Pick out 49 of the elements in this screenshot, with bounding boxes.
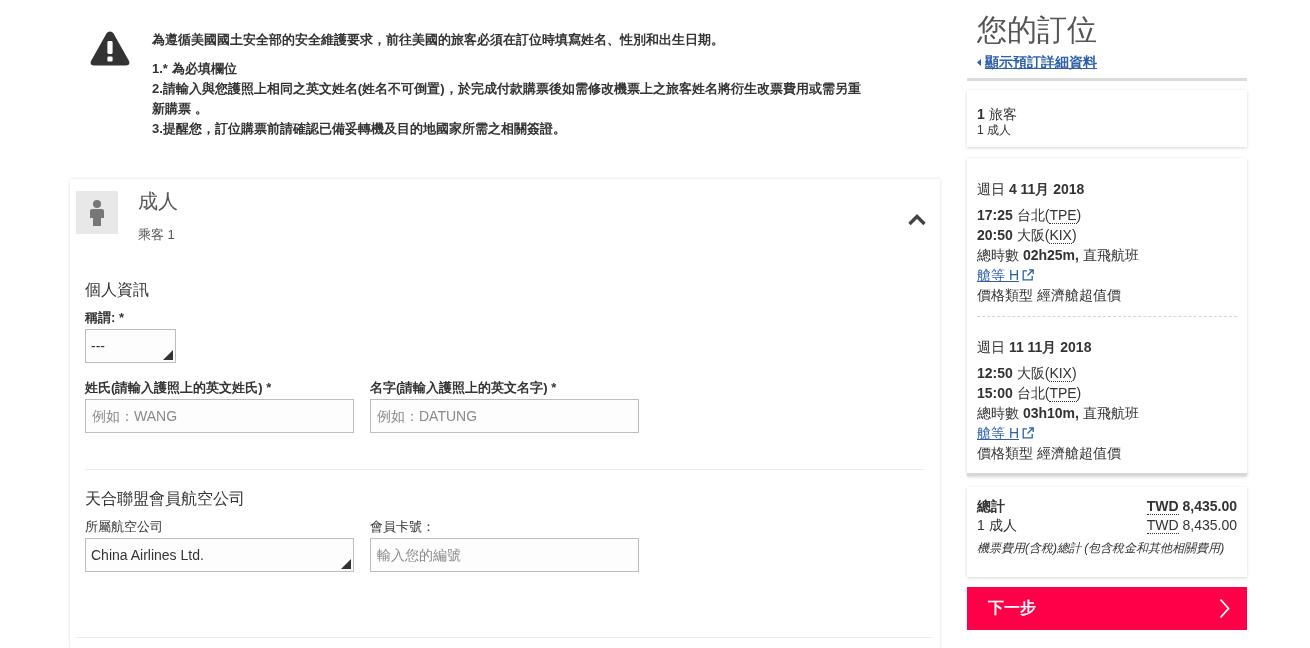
person-icon xyxy=(76,191,118,234)
fare-class-link[interactable]: 艙等 H xyxy=(977,423,1034,443)
input-field[interactable]: 例如：WANG xyxy=(85,399,354,433)
traveller-count: 1 旅客 xyxy=(977,105,1018,123)
notice-item: 3.提醒您，訂位購票前請確認已備妥轉機及目的地國家所需之相關簽證。 xyxy=(152,120,567,138)
price-label: 1 成人 xyxy=(977,516,1017,535)
flight-date: 週日 4 11月 2018 xyxy=(977,180,1086,199)
field-label: 會員卡號： xyxy=(370,519,436,535)
triangle-icon xyxy=(163,350,173,360)
flight-duration: 總時數 03h10m, 直飛航班 xyxy=(977,404,1140,423)
field-label: 所屬航空公司 xyxy=(85,519,164,535)
external-link-icon xyxy=(1022,269,1034,281)
notice-item: 1.* 為必填欄位 xyxy=(152,60,238,78)
section-title: 天合聯盟會員航空公司 xyxy=(85,489,246,509)
caret-left-icon xyxy=(977,58,981,66)
fare-type: 價格類型 經濟艙超值價 xyxy=(977,444,1122,463)
chevron-right-icon xyxy=(1219,598,1230,619)
field-label: 名字(請輸入護照上的英文名字) * xyxy=(370,380,558,396)
field-label: 稱謂: * xyxy=(85,310,125,326)
passenger-type: 成人 xyxy=(138,189,179,213)
input-field[interactable]: 輸入您的編號 xyxy=(370,538,639,572)
fare-class-link[interactable]: 艙等 H xyxy=(977,265,1034,285)
fare-type: 價格類型 經濟艙超值價 xyxy=(977,286,1122,305)
price-amount: TWD 8,435.00 xyxy=(1146,516,1237,535)
booking-title: 您的訂位 xyxy=(976,12,1098,48)
triangle-icon xyxy=(341,559,351,569)
price-label: 總計 xyxy=(977,497,1005,516)
warning-icon xyxy=(90,30,130,67)
flight-stop: 15:00 台北(TPE) xyxy=(977,384,1083,403)
next-button[interactable]: 下一步 xyxy=(967,587,1247,630)
price-amount: TWD 8,435.00 xyxy=(1146,497,1237,516)
notice-item: 2.請輸入與您護照上相同之英文姓名(姓名不可倒置)，於完成付款購票後如需修改機票上之旅客姓名將衍生改票費用或需另重新購票 。 xyxy=(152,80,862,118)
details-link[interactable]: 顯示預訂詳細資料 xyxy=(985,53,1097,71)
input-field[interactable]: 例如：DATUNG xyxy=(370,399,639,433)
price-note: 機票費用(含稅)總計 (包含稅金和其他相關費用) xyxy=(977,540,1226,557)
flight-date: 週日 11 11月 2018 xyxy=(977,338,1093,357)
notice-text: 為遵循美國國土安全部的安全維護要求，前往美國的旅客必須在訂位時填寫姓名、性別和出生日期。 xyxy=(152,31,725,49)
flight-stop: 17:25 台北(TPE) xyxy=(977,206,1083,225)
flight-stop: 20:50 大阪(KIX) xyxy=(977,226,1078,245)
flight-duration: 總時數 02h25m, 直飛航班 xyxy=(977,246,1140,265)
traveller-breakdown: 1 成人 xyxy=(977,123,1012,137)
section-title: 個人資訊 xyxy=(85,280,150,300)
flight-stop: 12:50 大阪(KIX) xyxy=(977,364,1078,383)
dropdown-field[interactable]: --- xyxy=(85,329,176,363)
chevron-up-icon[interactable] xyxy=(907,213,927,226)
dropdown-field[interactable]: China Airlines Ltd. xyxy=(85,538,354,572)
field-label: 姓氏(請輸入護照上的英文姓氏) * xyxy=(85,380,273,396)
passenger-number: 乘客 1 xyxy=(138,227,176,243)
external-link-icon xyxy=(1022,427,1034,439)
